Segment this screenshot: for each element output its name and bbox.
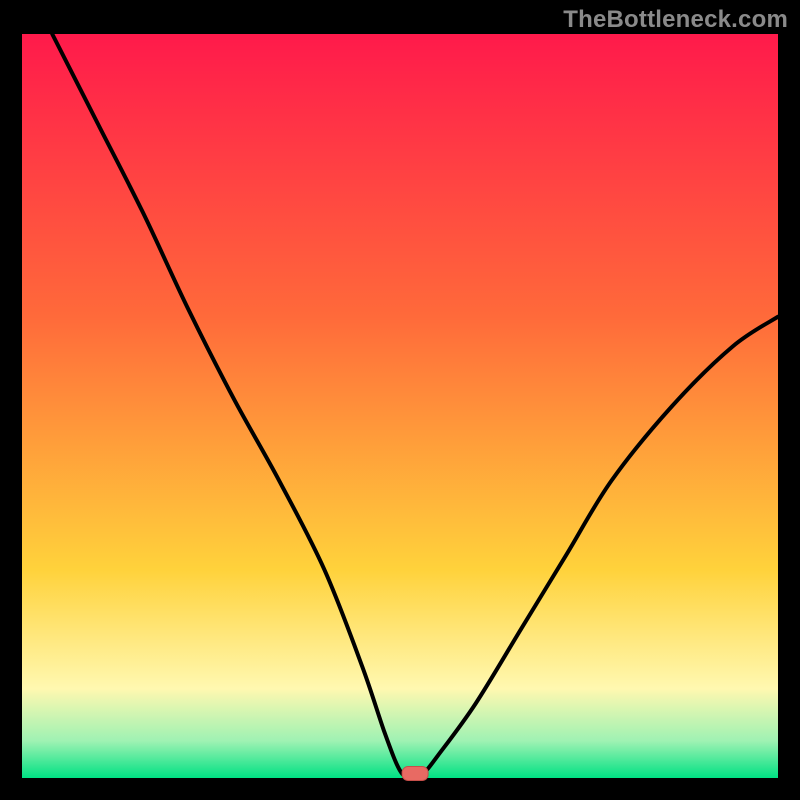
watermark-text: TheBottleneck.com <box>563 6 788 34</box>
plot-background <box>22 34 778 778</box>
optimal-marker <box>402 767 428 781</box>
bottleneck-chart <box>0 0 800 800</box>
chart-frame: { "watermark": "TheBottleneck.com", "col… <box>0 0 800 800</box>
